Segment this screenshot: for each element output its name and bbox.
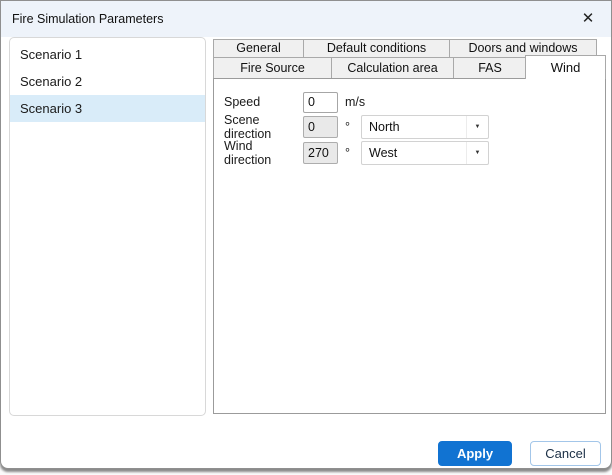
chevron-down-icon[interactable]: ▼ — [466, 142, 488, 164]
title-bar: Fire Simulation Parameters ✕ — [1, 1, 611, 37]
chevron-down-icon[interactable]: ▼ — [466, 116, 488, 138]
apply-button[interactable]: Apply — [438, 441, 512, 466]
scene-direction-input — [303, 116, 338, 138]
scene-direction-unit-label: ° — [345, 120, 350, 134]
wind-direction-input — [303, 142, 338, 164]
window-title: Fire Simulation Parameters — [12, 12, 164, 26]
list-item-scenario-1[interactable]: Scenario 1 — [10, 41, 205, 68]
list-item-scenario-3[interactable]: Scenario 3 — [10, 95, 205, 122]
tab-general[interactable]: General — [213, 39, 304, 58]
speed-input[interactable] — [303, 91, 338, 113]
wind-direction-label: Wind direction — [224, 139, 272, 167]
scene-direction-dropdown[interactable]: North ▼ — [361, 115, 489, 139]
tab-fire-source[interactable]: Fire Source — [213, 57, 332, 79]
scene-direction-label: Scene direction — [224, 113, 272, 141]
dialog-window: Fire Simulation Parameters ✕ Scenario 1 … — [0, 0, 612, 469]
speed-row: Speed m/s — [224, 91, 366, 113]
wind-direction-dropdown-value: West — [369, 146, 398, 160]
tab-default-conditions[interactable]: Default conditions — [303, 39, 450, 58]
tab-calculation-area[interactable]: Calculation area — [331, 57, 454, 79]
list-item-scenario-2[interactable]: Scenario 2 — [10, 68, 205, 95]
speed-label: Speed — [224, 95, 261, 109]
wind-tab-content: Speed m/s Scene direction ° North ▼ Wind… — [213, 78, 606, 414]
scene-direction-dropdown-value: North — [369, 120, 400, 134]
tab-fas[interactable]: FAS — [453, 57, 527, 79]
tab-wind[interactable]: Wind — [525, 55, 606, 79]
wind-direction-row: Wind direction ° West ▼ — [224, 139, 489, 167]
scenario-list: Scenario 1 Scenario 2 Scenario 3 — [10, 38, 205, 122]
cancel-button[interactable]: Cancel — [530, 441, 601, 466]
scene-direction-row: Scene direction ° North ▼ — [224, 113, 489, 141]
close-icon[interactable]: ✕ — [571, 3, 605, 35]
scenario-list-panel: Scenario 1 Scenario 2 Scenario 3 — [9, 37, 206, 416]
speed-unit-label: m/s — [345, 95, 366, 109]
wind-direction-unit-label: ° — [345, 146, 350, 160]
wind-direction-dropdown[interactable]: West ▼ — [361, 141, 489, 165]
